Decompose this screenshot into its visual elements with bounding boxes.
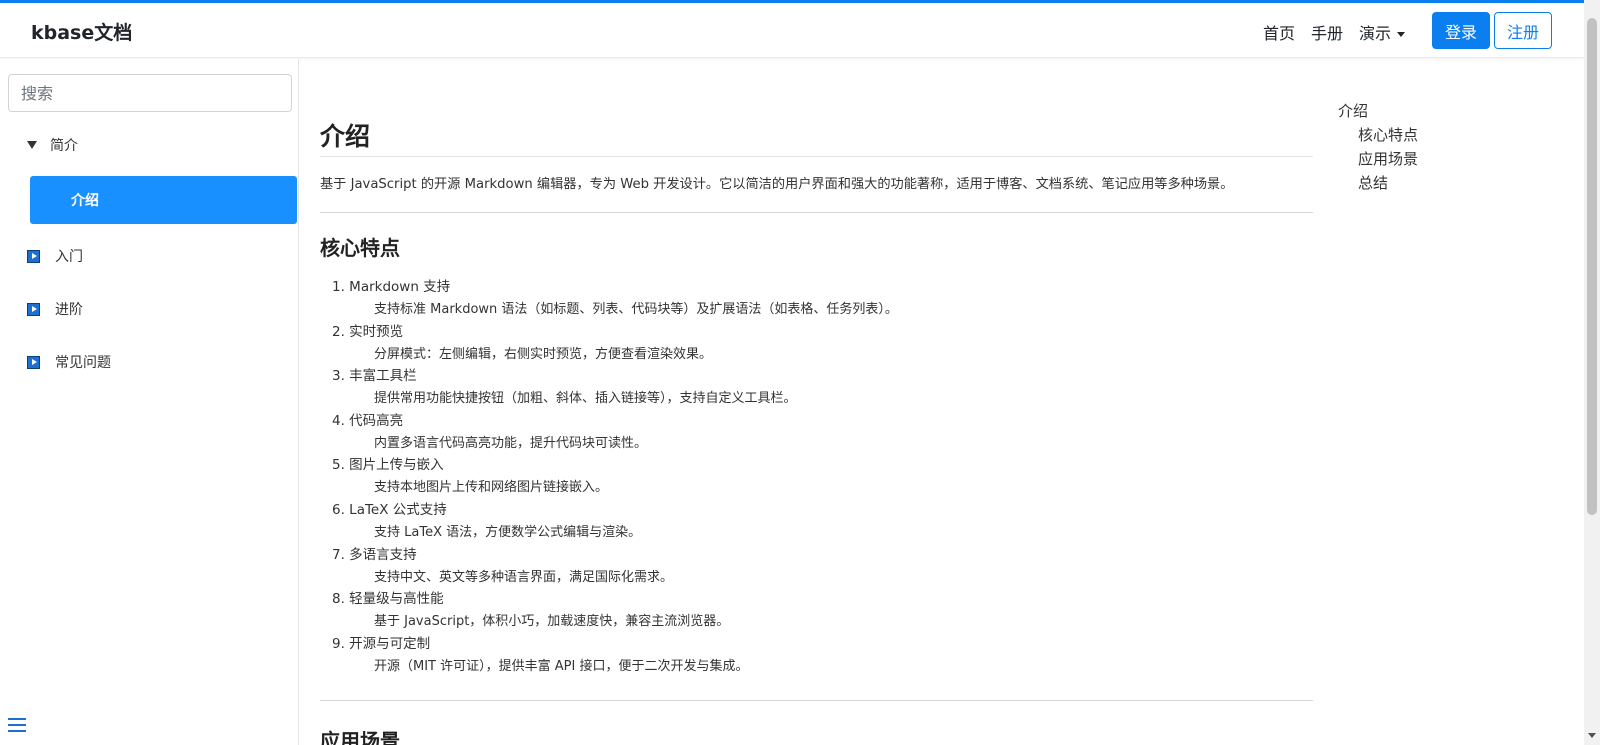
scrollbar-thumb[interactable] [1587,18,1597,515]
sidebar: 简介 介绍 入门 进阶 常见问题 [0,59,299,745]
sidebar-section-faq[interactable]: 常见问题 [27,352,111,372]
list-item: 8. 轻量级与高性能 基于 JavaScript，体积小巧，加载速度快，兼容主流… [332,588,1312,633]
list-item: 9. 开源与可定制 开源（MIT 许可证），提供丰富 API 接口，便于二次开发… [332,633,1312,678]
toc-item-scenes[interactable]: 应用场景 [1338,147,1418,171]
feature-desc: 分屏模式：左侧编辑，右侧实时预览，方便查看渲染效果。 [374,346,713,362]
list-item: 3. 丰富工具栏 提供常用功能快捷按钮（加粗、斜体、插入链接等），支持自定义工具… [332,365,1312,410]
page-scrollbar[interactable] [1584,0,1600,745]
feature-desc: 支持标准 Markdown 语法（如标题、列表、代码块等）及扩展语法（如表格、任… [374,302,898,317]
scenes-heading: 应用场景 [320,729,400,745]
sidebar-section-intro[interactable]: 简介 [27,135,78,155]
top-navbar: kbase文档 首页 手册 演示 登录 注册 [0,3,1584,58]
sidebar-section-label: 简介 [50,138,78,154]
feature-title: 5. 图片上传与嵌入 [332,457,444,474]
login-button[interactable]: 登录 [1432,12,1490,49]
scroll-down-arrow-icon[interactable] [1588,733,1596,738]
feature-desc: 开源（MIT 许可证），提供丰富 API 接口，便于二次开发与集成。 [374,658,749,674]
expand-play-icon [27,355,40,369]
section-divider [320,700,1313,701]
feature-desc: 基于 JavaScript，体积小巧，加载速度快，兼容主流浏览器。 [374,614,730,630]
list-item: 5. 图片上传与嵌入 支持本地图片上传和网络图片链接嵌入。 [332,454,1312,499]
list-item: 1. Markdown 支持 支持标准 Markdown 语法（如标题、列表、代… [332,276,1312,321]
nav-manual-link[interactable]: 手册 [1311,20,1343,44]
toc-item-intro[interactable]: 介绍 [1338,99,1418,123]
feature-desc: 支持本地图片上传和网络图片链接嵌入。 [374,480,609,496]
triangle-down-icon [27,141,37,149]
feature-title: 2. 实时预览 [332,323,404,340]
nav-demo-dropdown[interactable]: 演示 [1359,20,1406,44]
feature-desc: 支持 LaTeX 语法，方便数学公式编辑与渲染。 [374,524,642,540]
feature-desc: 支持中文、英文等多种语言界面，满足国际化需求。 [374,569,674,585]
feature-desc: 提供常用功能快捷按钮（加粗、斜体、插入链接等），支持自定义工具栏。 [374,391,797,407]
nav-home-link[interactable]: 首页 [1263,20,1295,44]
search-input[interactable] [8,74,292,112]
feature-title: 3. 丰富工具栏 [332,368,417,385]
feature-title: 1. Markdown 支持 [332,279,451,295]
intro-paragraph: 基于 JavaScript 的开源 Markdown 编辑器，专为 Web 开发… [320,177,1234,192]
nav-demo-label: 演示 [1359,24,1392,43]
list-item: 6. LaTeX 公式支持 支持 LaTeX 语法，方便数学公式编辑与渲染。 [332,499,1312,544]
nav-links: 首页 手册 演示 [1263,20,1406,44]
sidebar-section-getting-started[interactable]: 入门 [27,246,83,266]
feature-title: 7. 多语言支持 [332,546,417,563]
sidebar-item-intro[interactable]: 介绍 [30,176,297,224]
section-divider [320,212,1313,213]
list-item: 2. 实时预览 分屏模式：左侧编辑，右侧实时预览，方便查看渲染效果。 [332,321,1312,366]
toc-item-features[interactable]: 核心特点 [1338,123,1418,147]
expand-play-icon [27,249,40,263]
expand-play-icon [27,302,40,316]
list-item: 7. 多语言支持 支持中文、英文等多种语言界面，满足国际化需求。 [332,544,1312,589]
feature-title: 4. 代码高亮 [332,412,404,429]
sidebar-section-label: 入门 [55,249,83,265]
title-divider [320,156,1313,157]
register-button[interactable]: 注册 [1494,12,1552,49]
feature-title: 6. LaTeX 公式支持 [332,501,447,518]
feature-title: 9. 开源与可定制 [332,635,431,652]
toc-item-summary[interactable]: 总结 [1338,171,1418,195]
sidebar-section-advanced[interactable]: 进阶 [27,299,83,319]
page-title: 介绍 [320,122,371,151]
sidebar-section-label: 常见问题 [55,355,111,371]
brand-logo[interactable]: kbase文档 [31,18,132,45]
sidebar-section-label: 进阶 [55,302,83,318]
list-item: 4. 代码高亮 内置多语言代码高亮功能，提升代码块可读性。 [332,410,1312,455]
caret-down-icon [1397,32,1406,37]
table-of-contents: 介绍 核心特点 应用场景 总结 [1338,99,1418,195]
features-list: 1. Markdown 支持 支持标准 Markdown 语法（如标题、列表、代… [332,276,1312,677]
features-heading: 核心特点 [320,236,400,260]
hamburger-menu-icon[interactable] [8,718,26,734]
feature-desc: 内置多语言代码高亮功能，提升代码块可读性。 [374,435,648,451]
main-content: 介绍 基于 JavaScript 的开源 Markdown 编辑器，专为 Web… [320,59,1313,745]
feature-title: 8. 轻量级与高性能 [332,591,444,608]
